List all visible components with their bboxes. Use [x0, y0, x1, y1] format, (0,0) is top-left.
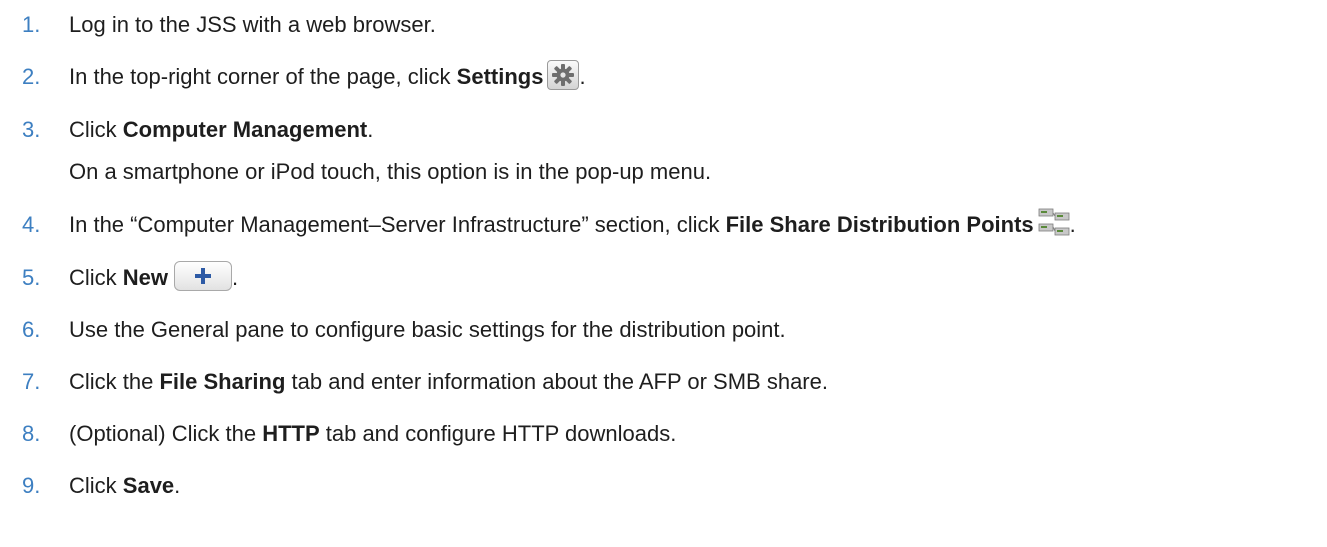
step-number: 9. — [22, 473, 41, 498]
plus-icon — [174, 261, 233, 292]
step-text: Log in to the JSS with a web browser. — [69, 12, 436, 37]
ui-term-save: Save — [122, 473, 175, 498]
ui-term-file-share-distribution-points: File Share Distribution Points — [725, 212, 1034, 237]
step-text: Click New. — [69, 261, 238, 294]
step-text: Click the File Sharing tab and enter inf… — [69, 369, 828, 394]
step-text: (Optional) Click the HTTP tab and config… — [69, 421, 677, 446]
ui-term-new: New — [122, 265, 169, 290]
step-number: 2. — [22, 64, 41, 89]
gear-icon — [547, 60, 580, 91]
ui-term-computer-management: Computer Management — [122, 117, 368, 142]
ui-term-settings: Settings — [456, 64, 544, 89]
step-text: In the “Computer Management–Server Infra… — [69, 207, 1076, 242]
step-text: Click Computer Management. — [69, 117, 374, 142]
step-text: Use the General pane to configure basic … — [69, 317, 786, 342]
step-text: In the top-right corner of the page, cli… — [69, 60, 586, 93]
ui-term-http: HTTP — [262, 421, 320, 446]
step-number: 7. — [22, 369, 41, 394]
step-number: 8. — [22, 421, 41, 446]
server-icon — [1038, 207, 1070, 239]
step-number: 1. — [22, 12, 41, 37]
step-note: On a smartphone or iPod touch, this opti… — [69, 159, 712, 184]
step-number: 5. — [22, 265, 41, 290]
step-number: 6. — [22, 317, 41, 342]
step-number: 4. — [22, 212, 41, 237]
ui-term-file-sharing: File Sharing — [159, 369, 286, 394]
step-number: 3. — [22, 117, 41, 142]
step-text: Click Save. — [69, 473, 181, 498]
